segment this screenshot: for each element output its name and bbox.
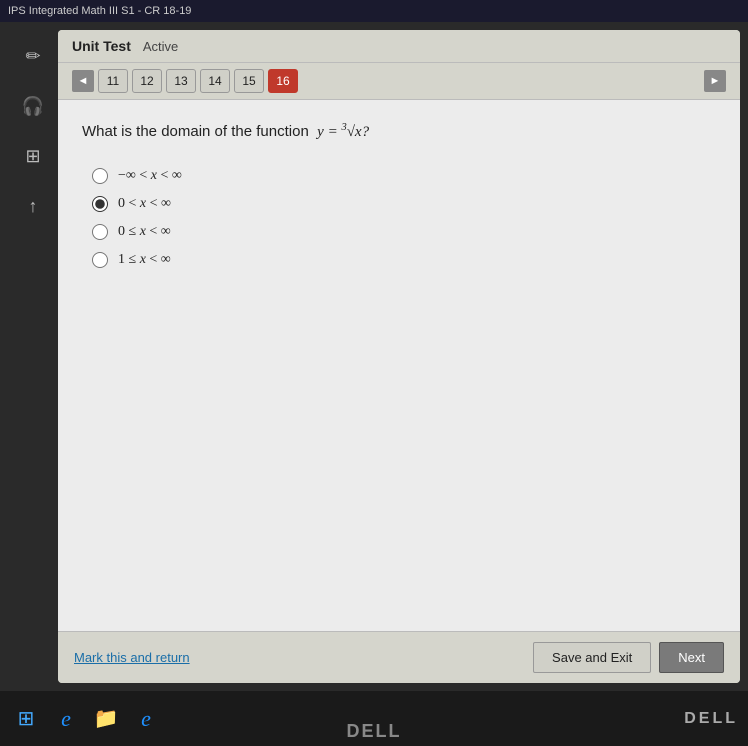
pencil-icon[interactable]: ✏ [17,40,49,72]
content-header: Unit Test Active [58,30,740,63]
next-btn[interactable]: Next [659,642,724,673]
option-3-label: 0 ≤ x < ∞ [118,224,171,240]
mark-return-button[interactable]: Mark this and return [74,650,190,665]
content-footer: Mark this and return Save and Exit Next [58,631,740,683]
radio-opt2[interactable] [92,196,108,212]
test-status: Active [143,39,178,54]
option-2[interactable]: 0 < x < ∞ [92,196,716,212]
option-3[interactable]: 0 ≤ x < ∞ [92,224,716,240]
math-expression: y = 3√x? [317,124,369,140]
nav-btn-13[interactable]: 13 [166,69,196,93]
radio-opt3[interactable] [92,224,108,240]
nav-btn-11[interactable]: 11 [98,69,128,93]
dell-brand-logo: DELL [0,721,748,742]
nav-btn-15[interactable]: 15 [234,69,264,93]
sidebar: ✏ 🎧 ⊞ ↑ [8,30,58,683]
radio-opt1[interactable] [92,168,108,184]
grid-icon[interactable]: ⊞ [17,140,49,172]
options-list: −∞ < x < ∞ 0 < x < ∞ 0 ≤ x < ∞ 1 ≤ x < ∞ [92,168,716,268]
nav-row: ◄ 11 12 13 14 15 16 ► [58,63,740,100]
top-bar-title: IPS Integrated Math III S1 - CR 18-19 [8,5,191,17]
question-text: What is the domain of the function y = 3… [82,120,716,144]
nav-btn-16[interactable]: 16 [268,69,298,93]
prev-button[interactable]: ◄ [72,70,94,92]
content-panel: Unit Test Active ◄ 11 12 13 14 15 16 ► W… [58,30,740,683]
option-1[interactable]: −∞ < x < ∞ [92,168,716,184]
option-1-label: −∞ < x < ∞ [118,168,182,184]
main-wrapper: ✏ 🎧 ⊞ ↑ Unit Test Active ◄ 11 12 13 14 1… [0,22,748,691]
option-2-label: 0 < x < ∞ [118,196,171,212]
option-4-label: 1 ≤ x < ∞ [118,252,171,268]
question-label: What is the domain of the function [82,123,313,140]
footer-buttons: Save and Exit Next [533,642,724,673]
radio-opt4[interactable] [92,252,108,268]
top-bar: IPS Integrated Math III S1 - CR 18-19 [0,0,748,22]
up-arrow-icon[interactable]: ↑ [17,190,49,222]
headphones-icon[interactable]: 🎧 [17,90,49,122]
nav-btn-12[interactable]: 12 [132,69,162,93]
nav-btn-14[interactable]: 14 [200,69,230,93]
question-area: What is the domain of the function y = 3… [58,100,740,631]
next-button[interactable]: ► [704,70,726,92]
save-exit-button[interactable]: Save and Exit [533,642,651,673]
test-title: Unit Test [72,38,131,54]
option-4[interactable]: 1 ≤ x < ∞ [92,252,716,268]
